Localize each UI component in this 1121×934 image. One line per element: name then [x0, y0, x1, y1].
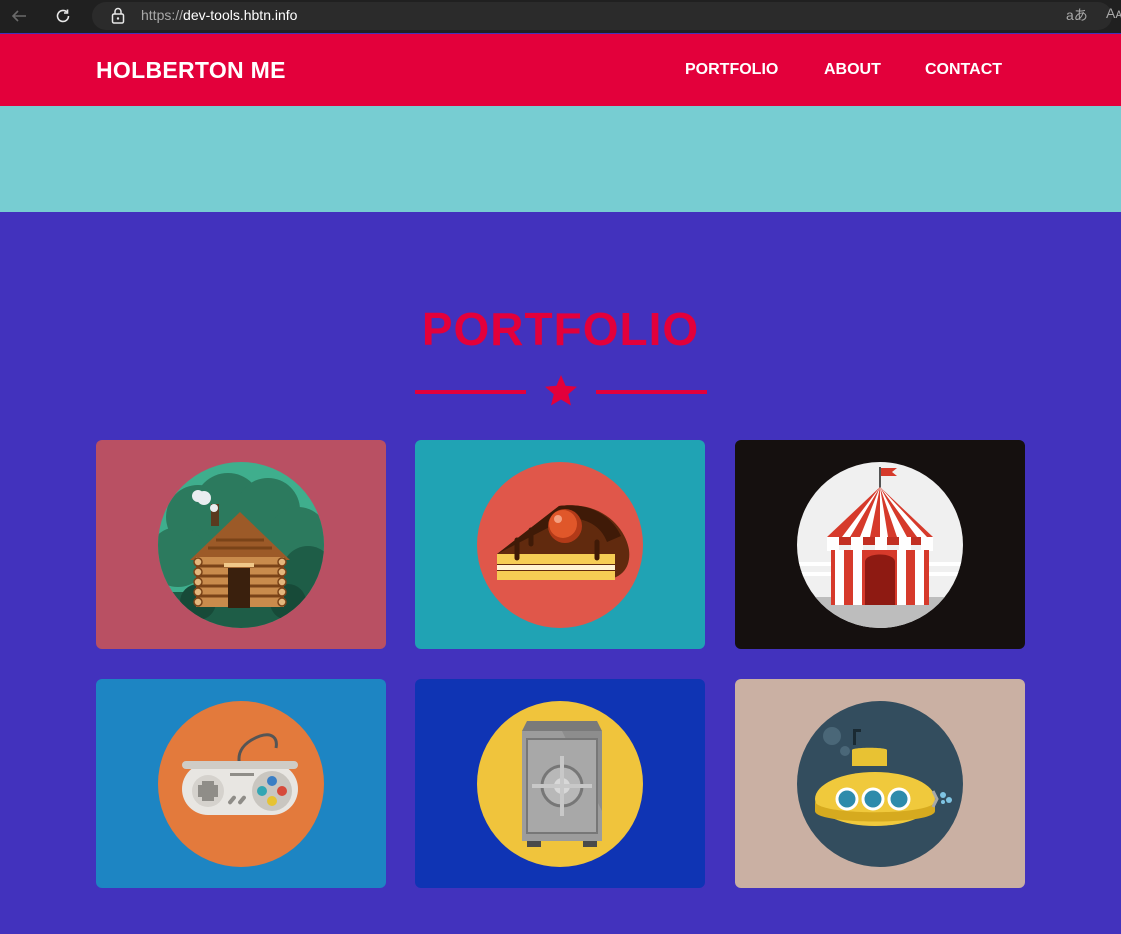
site-header: HOLBERTON ME PORTFOLIO ABOUT CONTACT [0, 34, 1121, 106]
translate-icon[interactable]: aあ [1066, 5, 1088, 25]
safe-icon [477, 701, 643, 867]
portfolio-item-cake[interactable] [415, 440, 705, 649]
url-text[interactable]: https://dev-tools.hbtn.info [141, 7, 297, 24]
portfolio-item-submarine[interactable] [735, 679, 1025, 888]
reload-button[interactable] [50, 4, 76, 28]
cabin-icon [158, 462, 324, 628]
portfolio-item-circus[interactable] [735, 440, 1025, 649]
url-scheme: https:// [141, 7, 184, 23]
circus-tent-icon [797, 462, 963, 628]
url-host: dev-tools.hbtn.info [183, 7, 298, 23]
portfolio-section: PORTFOLIO [0, 212, 1121, 934]
site-logo[interactable]: HOLBERTON ME [96, 57, 286, 84]
read-aloud-icon[interactable]: Aᴀ [1106, 5, 1121, 21]
hero-banner [0, 106, 1121, 212]
nav-contact[interactable]: CONTACT [925, 61, 1002, 79]
address-bar[interactable]: https://dev-tools.hbtn.info [92, 2, 1112, 30]
back-button[interactable] [6, 4, 32, 28]
divider-line-right [596, 390, 707, 394]
submarine-icon [797, 701, 963, 867]
cake-icon [477, 462, 643, 628]
browser-toolbar: https://dev-tools.hbtn.info aあ Aᴀ [0, 0, 1121, 33]
star-icon [545, 375, 577, 406]
portfolio-item-safe[interactable] [415, 679, 705, 888]
lock-icon [111, 7, 125, 24]
nav-portfolio[interactable]: PORTFOLIO [685, 61, 778, 79]
divider-line-left [415, 390, 526, 394]
nav-about[interactable]: ABOUT [824, 61, 881, 79]
reload-icon [56, 9, 70, 23]
back-arrow-icon [11, 10, 26, 22]
section-title: PORTFOLIO [421, 303, 700, 355]
portfolio-item-controller[interactable] [96, 679, 386, 888]
portfolio-item-cabin[interactable] [96, 440, 386, 649]
game-controller-icon [158, 701, 324, 867]
